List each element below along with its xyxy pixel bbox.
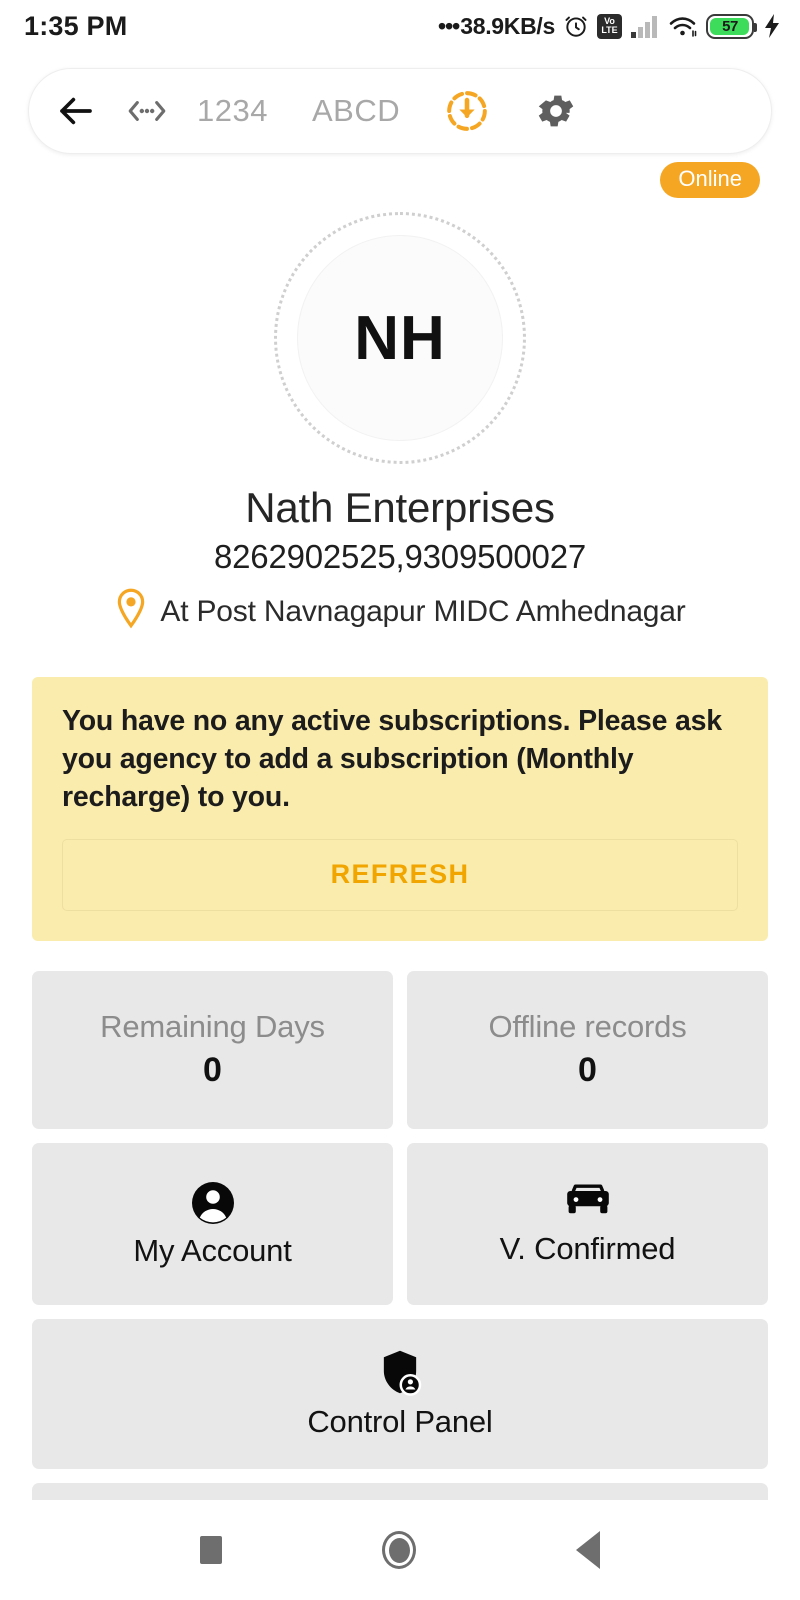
toolbar: 1234 ABCD	[28, 68, 772, 154]
action-tile-my-account[interactable]: My Account	[32, 1142, 393, 1305]
gear-icon[interactable]	[534, 89, 578, 133]
stat-card-offline-records[interactable]: Offline records 0	[407, 970, 768, 1129]
charging-bolt-icon	[762, 13, 782, 39]
avatar[interactable]: NH	[297, 235, 503, 442]
stat-label: Remaining Days	[100, 1009, 325, 1045]
numeric-field[interactable]: 1234	[197, 93, 268, 129]
action-tile-control-panel[interactable]: Control Panel	[32, 1318, 768, 1469]
home-circle-icon[interactable]	[382, 1531, 416, 1569]
code-brackets-icon[interactable]	[125, 94, 169, 128]
partial-tile-below-fold[interactable]	[32, 1482, 768, 1500]
action-tile-label: Control Panel	[307, 1403, 493, 1439]
home-circle-inner	[388, 1537, 410, 1563]
back-triangle-shape	[576, 1531, 600, 1569]
stat-label: Offline records	[488, 1009, 687, 1045]
cellular-signal-icon	[630, 13, 660, 39]
toolbar-container: 1234 ABCD	[0, 52, 800, 154]
stat-value: 0	[578, 1051, 597, 1090]
profile-section: NH Nath Enterprises 8262902525,930950002…	[0, 198, 800, 635]
download-circle-icon[interactable]	[444, 88, 490, 134]
refresh-button[interactable]: REFRESH	[62, 838, 738, 911]
admin-shield-icon	[376, 1348, 424, 1398]
battery-icon: 57	[706, 13, 757, 39]
subscription-alert-message: You have no any active subscriptions. Pl…	[62, 705, 722, 813]
network-speed-value: 38.9KB/s	[460, 12, 555, 39]
dashboard-grid: Remaining Days 0 Offline records 0 My Ac…	[32, 970, 768, 1500]
status-badge: Online	[660, 162, 760, 199]
status-bar: 1:35 PM ••• 38.9KB/s Vo LTE 57	[0, 0, 800, 52]
volte-icon: Vo LTE	[597, 13, 622, 39]
stats-row: Remaining Days 0 Offline records 0	[32, 970, 768, 1129]
control-panel-row: Control Panel	[32, 1318, 768, 1469]
recents-square-shape	[200, 1536, 222, 1564]
organization-phones: 8262902525,9309500027	[213, 538, 587, 576]
action-tile-v-confirmed[interactable]: V. Confirmed	[407, 1142, 768, 1305]
status-bar-icons: ••• 38.9KB/s Vo LTE 57	[438, 13, 782, 40]
account-circle-icon	[189, 1179, 237, 1227]
battery-level: 57	[722, 17, 738, 35]
organization-name: Nath Enterprises	[245, 484, 555, 532]
app-screen: 1:35 PM ••• 38.9KB/s Vo LTE 57 1234 ABCD…	[0, 0, 800, 1600]
status-bar-time: 1:35 PM	[24, 10, 128, 41]
android-nav-bar	[0, 1500, 800, 1600]
avatar-ring: NH	[274, 212, 526, 465]
home-circle-outer	[382, 1531, 416, 1569]
back-triangle-icon[interactable]	[576, 1531, 600, 1569]
volte-label-bottom: LTE	[601, 25, 618, 35]
stat-value: 0	[203, 1051, 222, 1090]
action-tile-label: V. Confirmed	[499, 1230, 676, 1266]
organization-address: At Post Navnagapur MIDC Amhednagar	[160, 594, 686, 628]
alarm-clock-icon	[563, 13, 589, 39]
actions-row: My Account V. Confirmed	[32, 1142, 768, 1305]
back-arrow-icon[interactable]	[55, 90, 97, 132]
car-icon	[562, 1181, 614, 1225]
location-pin-icon	[114, 588, 148, 635]
avatar-initials: NH	[354, 303, 446, 373]
stat-card-remaining-days[interactable]: Remaining Days 0	[32, 970, 393, 1129]
network-speed: ••• 38.9KB/s	[438, 13, 555, 40]
recents-square-icon[interactable]	[200, 1536, 222, 1564]
alpha-field[interactable]: ABCD	[312, 93, 400, 129]
subscription-alert-card: You have no any active subscriptions. Pl…	[32, 677, 768, 941]
status-badge-row: Online	[0, 154, 800, 199]
action-tile-label: My Account	[133, 1232, 292, 1268]
organization-address-row: At Post Navnagapur MIDC Amhednagar	[94, 588, 705, 635]
wifi-icon	[668, 13, 698, 39]
partial-tile-row	[32, 1482, 768, 1500]
network-dots-icon: •••	[438, 12, 460, 39]
